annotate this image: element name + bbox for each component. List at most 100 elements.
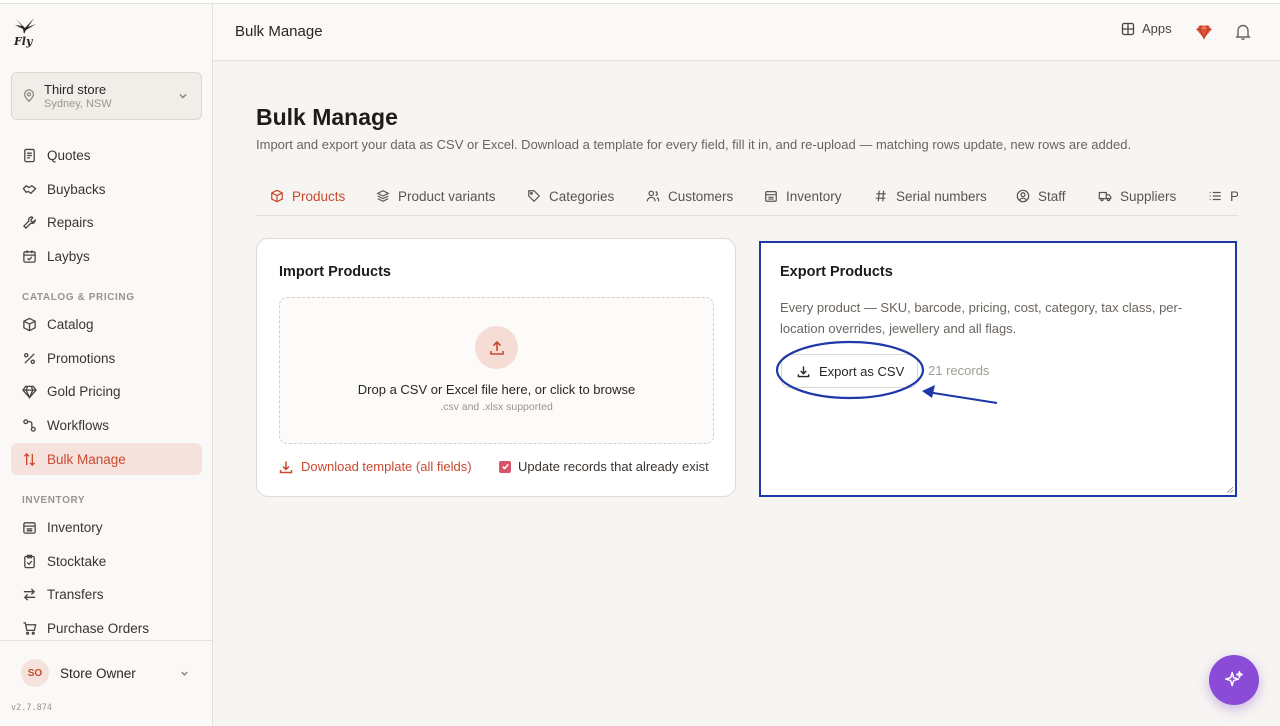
- clipboard-icon: [24, 554, 35, 568]
- download-icon: [279, 461, 293, 473]
- download-template-label: Download template (all fields): [301, 459, 472, 474]
- sidebar-item-inventory[interactable]: Inventory: [11, 511, 202, 543]
- box-icon: [23, 317, 36, 331]
- file-dropzone[interactable]: Drop a CSV or Excel file here, or click …: [279, 297, 714, 444]
- tab-inventory[interactable]: Inventory: [764, 176, 842, 215]
- sparkles-icon: [1225, 671, 1243, 687]
- tab-label: Inventory: [786, 188, 842, 204]
- page-description: Import and export your data as CSV or Ex…: [256, 137, 1132, 152]
- sidebar-item-label: Catalog: [47, 316, 94, 332]
- tab-products[interactable]: Products: [256, 176, 359, 215]
- apps-button[interactable]: Apps: [1121, 21, 1172, 36]
- store-selector[interactable]: Third store Sydney, NSW: [11, 72, 202, 120]
- user-menu[interactable]: SO Store Owner: [11, 656, 202, 690]
- tab-product-variants[interactable]: Product variants: [376, 176, 496, 215]
- resize-grip-icon: [1227, 487, 1233, 493]
- tab-serial-numbers[interactable]: Serial numbers: [874, 176, 987, 215]
- dropzone-text: Drop a CSV or Excel file here, or click …: [357, 382, 636, 397]
- tab-label: Suppliers: [1120, 188, 1177, 204]
- tab-customers[interactable]: Customers: [646, 176, 734, 215]
- export-csv-button[interactable]: Export as CSV: [781, 354, 918, 388]
- sidebar-item-bulk-manage[interactable]: Bulk Manage: [11, 443, 202, 475]
- tab-label: Staff: [1038, 188, 1066, 204]
- import-title: Import Products: [279, 264, 391, 280]
- sort-arrows-icon: [23, 452, 36, 466]
- dropzone-subtext: .csv and .xlsx supported: [440, 401, 553, 413]
- app-version: v2.7.874: [11, 703, 52, 713]
- sidebar-item-repairs[interactable]: Repairs: [11, 206, 202, 238]
- sidebar-item-promotions[interactable]: Promotions: [11, 342, 202, 374]
- download-template-link[interactable]: Download template (all fields): [279, 459, 472, 474]
- download-icon: [797, 365, 810, 377]
- sidebar-item-label: Purchase Orders: [47, 620, 150, 636]
- update-existing-checkbox[interactable]: Update records that already exist: [499, 459, 709, 474]
- gem-icon[interactable]: [1195, 23, 1213, 41]
- user-circle-icon: [1016, 189, 1030, 203]
- entity-tabs: Products Product variants Categories Cus…: [256, 176, 1238, 216]
- tab-label: Product variants: [398, 188, 496, 204]
- bell-icon[interactable]: [1235, 23, 1251, 40]
- logo-text: Fly: [14, 35, 33, 48]
- calendar-icon: [23, 249, 36, 263]
- export-title: Export Products: [780, 264, 893, 280]
- diamond-icon: [22, 385, 37, 399]
- fly-logo-icon: [15, 18, 36, 34]
- sidebar-item-label: Gold Pricing: [47, 383, 121, 399]
- tab-categories[interactable]: Categories: [527, 176, 614, 215]
- store-location: Sydney, NSW: [44, 97, 112, 110]
- hash-icon: [875, 190, 886, 202]
- sidebar-item-label: Repairs: [47, 214, 94, 230]
- section-label-inventory: INVENTORY: [22, 495, 86, 506]
- tab-suppliers[interactable]: Suppliers: [1098, 176, 1177, 215]
- layers-icon: [376, 190, 390, 202]
- percent-icon: [23, 352, 36, 364]
- sidebar-item-label: Laybys: [47, 248, 90, 264]
- sidebar-item-catalog[interactable]: Catalog: [11, 308, 202, 340]
- sidebar-divider: [0, 640, 212, 641]
- users-icon: [646, 190, 660, 202]
- sidebar-item-gold-pricing[interactable]: Gold Pricing: [11, 375, 202, 407]
- chevron-down-icon: [181, 671, 188, 676]
- app-logo[interactable]: Fly: [12, 16, 38, 48]
- import-card: Import Products Drop a CSV or Excel file…: [256, 238, 736, 497]
- upload-icon: [489, 340, 504, 355]
- upload-badge: [475, 326, 518, 369]
- tab-more[interactable]: P: [1208, 176, 1238, 215]
- update-existing-label: Update records that already exist: [518, 459, 709, 474]
- transfer-icon: [23, 587, 36, 601]
- sidebar-item-label: Inventory: [47, 519, 103, 535]
- sidebar-item-label: Promotions: [47, 350, 116, 366]
- sidebar-item-laybys[interactable]: Laybys: [11, 240, 202, 272]
- handshake-icon: [22, 184, 37, 194]
- annotation-arrow: [926, 391, 998, 404]
- sidebar-item-label: Workflows: [47, 417, 110, 433]
- sidebar-item-label: Bulk Manage: [47, 451, 126, 467]
- sidebar-item-stocktake[interactable]: Stocktake: [11, 545, 202, 577]
- sidebar-item-label: Stocktake: [47, 553, 107, 569]
- tab-label: Products: [292, 188, 346, 204]
- header-title: Bulk Manage: [235, 23, 323, 40]
- sidebar: Fly Third store Sydney, NSW Quotes Buyba…: [0, 4, 213, 726]
- tab-label: P: [1230, 189, 1238, 204]
- avatar: SO: [21, 659, 49, 687]
- grid-icon: [1121, 22, 1135, 35]
- tab-label: Customers: [668, 188, 734, 204]
- export-card: Export Products Every product — SKU, bar…: [759, 241, 1237, 497]
- sidebar-item-quotes[interactable]: Quotes: [11, 139, 202, 171]
- tab-staff[interactable]: Staff: [1016, 176, 1066, 215]
- document-icon: [24, 148, 35, 162]
- workflow-icon: [23, 418, 36, 432]
- sidebar-item-workflows[interactable]: Workflows: [11, 409, 202, 441]
- sidebar-item-label: Transfers: [47, 586, 104, 602]
- export-description: Every product — SKU, barcode, pricing, c…: [780, 300, 1183, 336]
- checkbox-checked[interactable]: [499, 460, 511, 473]
- box-icon: [271, 189, 283, 203]
- top-header: Bulk Manage Apps: [213, 4, 1280, 61]
- inventory-icon: [765, 191, 777, 202]
- page-title: Bulk Manage: [256, 104, 398, 130]
- sidebar-item-transfers[interactable]: Transfers: [11, 578, 202, 610]
- list-icon: [1209, 191, 1221, 201]
- annotation-arrowhead: [922, 385, 935, 398]
- sidebar-item-buybacks[interactable]: Buybacks: [11, 173, 202, 205]
- ai-assistant-button[interactable]: [1209, 655, 1259, 705]
